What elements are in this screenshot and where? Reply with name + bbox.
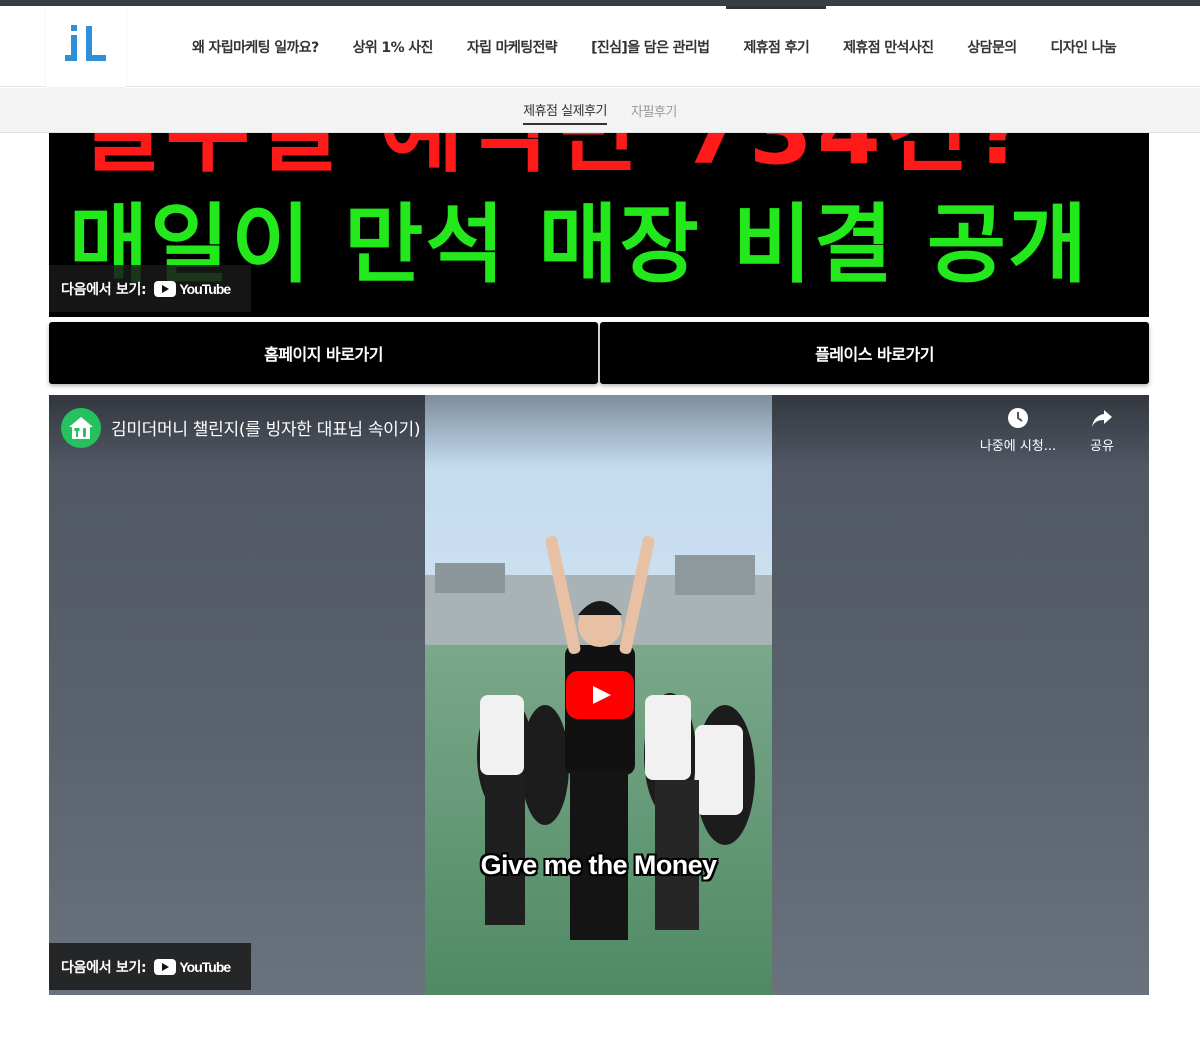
- youtube-wordmark: YouTube: [179, 280, 231, 297]
- watch-on-youtube-badge-2[interactable]: 다음에서 보기: YouTube: [49, 943, 251, 990]
- nav-item-marketing-strategy[interactable]: 자립 마케팅전략: [450, 6, 574, 87]
- nav-item-top-photos[interactable]: 상위 1% 사진: [336, 6, 450, 87]
- nav-item-design-share[interactable]: 디자인 나눔: [1034, 6, 1134, 87]
- share-arrow-icon: [1092, 410, 1112, 427]
- watch-on-label: 다음에서 보기:: [61, 959, 147, 976]
- video-embed-1[interactable]: 일주일 예약만 734건? 매일이 만석 매장 비결 공개 다음에서 보기: Y…: [49, 133, 1149, 317]
- subnav-item-real-reviews[interactable]: 제휴점 실제후기: [523, 96, 607, 125]
- watch-on-label: 다음에서 보기:: [61, 281, 147, 298]
- nav-item-why-marketing[interactable]: 왜 자립마케팅 일까요?: [175, 6, 336, 87]
- channel-avatar[interactable]: [61, 408, 101, 448]
- youtube-logo: YouTube: [154, 958, 231, 975]
- nav-item-full-house-photos[interactable]: 제휴점 만석사진: [826, 6, 950, 87]
- main-nav: 왜 자립마케팅 일까요? 상위 1% 사진 자립 마케팅전략 [진심]을 담은 …: [175, 6, 1133, 87]
- place-button[interactable]: 플레이스 바로가기: [600, 322, 1149, 384]
- jl-logo-icon: [65, 25, 106, 61]
- link-button-row: 홈페이지 바로가기 플레이스 바로가기: [49, 322, 1149, 384]
- youtube-play-icon: [154, 958, 177, 975]
- video-title[interactable]: 김미더머니 챌린지(를 빙자한 대표님 속이기): [111, 415, 421, 440]
- watch-later-label: 나중에 시청...: [979, 439, 1057, 454]
- subnav-item-handwritten-reviews[interactable]: 자필후기: [631, 97, 677, 124]
- watch-later-button[interactable]: 나중에 시청...: [977, 407, 1059, 454]
- nav-item-reviews[interactable]: 제휴점 후기: [726, 6, 826, 87]
- video-top-bar: 김미더머니 챌린지(를 빙자한 대표님 속이기) 나중에 시청... 공유: [49, 395, 1149, 467]
- nav-item-consultation[interactable]: 상담문의: [950, 6, 1033, 87]
- thumbnail-headline-red: 일주일 예약만 734건?: [77, 133, 1031, 187]
- site-header: 왜 자립마케팅 일까요? 상위 1% 사진 자립 마케팅전략 [진심]을 담은 …: [0, 6, 1200, 87]
- youtube-logo: YouTube: [154, 280, 231, 297]
- site-logo[interactable]: [46, 6, 126, 87]
- homepage-button[interactable]: 홈페이지 바로가기: [49, 322, 598, 384]
- home-fork-knife-icon: [69, 417, 93, 439]
- clock-icon: [1008, 408, 1028, 428]
- video-embed-2[interactable]: 김미더머니 챌린지(를 빙자한 대표님 속이기) 나중에 시청... 공유 Gi…: [49, 395, 1149, 995]
- youtube-wordmark: YouTube: [179, 958, 231, 975]
- video-caption: Give me the Money: [480, 850, 717, 880]
- watch-on-youtube-badge[interactable]: 다음에서 보기: YouTube: [49, 265, 251, 312]
- sub-nav: 제휴점 실제후기 자필후기: [0, 88, 1200, 133]
- youtube-play-button[interactable]: [566, 671, 634, 719]
- share-button[interactable]: 공유: [1081, 407, 1123, 454]
- share-label: 공유: [1090, 439, 1114, 454]
- nav-item-management[interactable]: [진심]을 담은 관리법: [574, 6, 726, 87]
- youtube-play-icon: [154, 280, 177, 297]
